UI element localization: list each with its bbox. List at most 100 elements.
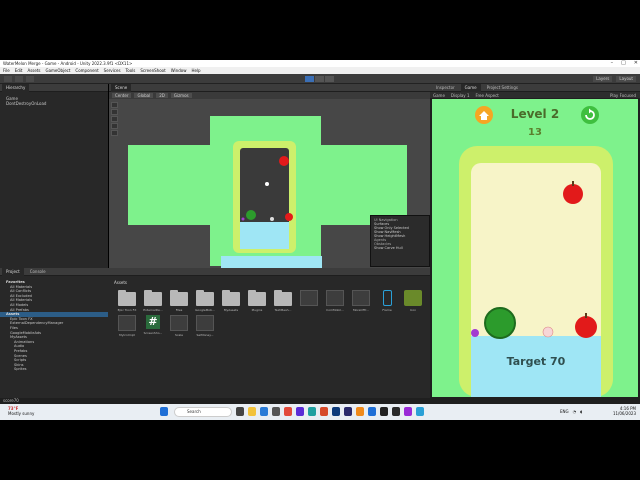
restart-button[interactable] bbox=[581, 106, 599, 124]
game-mode-dropdown[interactable]: Game bbox=[433, 93, 445, 98]
asset-item[interactable] bbox=[298, 290, 320, 312]
asset-label: GoogleMob... bbox=[195, 308, 215, 312]
asset-item[interactable]: MoreOfTr... bbox=[350, 290, 372, 312]
chrome-icon[interactable] bbox=[284, 407, 292, 416]
app-icon-8[interactable] bbox=[392, 407, 400, 416]
menu-file[interactable]: File bbox=[3, 68, 10, 73]
menu-help[interactable]: Help bbox=[191, 68, 200, 73]
collab-icon[interactable] bbox=[26, 76, 34, 82]
menu-edit[interactable]: Edit bbox=[15, 68, 23, 73]
frame-icon bbox=[382, 290, 392, 306]
account-icon[interactable] bbox=[4, 76, 12, 82]
menu-bar: File Edit Assets GameObject Component Service… bbox=[0, 67, 640, 74]
asset-label: Icon bbox=[409, 308, 417, 312]
app-icon-5[interactable] bbox=[344, 407, 352, 416]
weather-widget[interactable]: 73°F Mostly sunny bbox=[8, 406, 34, 416]
app-icon-6[interactable] bbox=[356, 407, 364, 416]
close-icon[interactable]: ✕ bbox=[634, 60, 638, 66]
asset-item[interactable]: Files bbox=[168, 290, 190, 312]
global-toggle[interactable]: Global bbox=[134, 93, 154, 98]
main-toolbar: Layers Layout bbox=[0, 74, 640, 84]
watermelon-icon bbox=[484, 307, 516, 339]
asset-item[interactable]: # ScreenSho... bbox=[142, 315, 164, 337]
pivot-center-toggle[interactable]: Center bbox=[112, 93, 132, 98]
asset-item[interactable]: Icon bbox=[402, 290, 424, 312]
asset-item[interactable]: MyIcnImpt bbox=[116, 315, 138, 337]
file-icon bbox=[326, 290, 344, 306]
clock[interactable]: 4:16 PM 11/06/2023 bbox=[613, 406, 636, 416]
taskview-icon[interactable] bbox=[236, 407, 244, 416]
asset-item[interactable]: ExternalDe... bbox=[142, 290, 164, 312]
asset-item[interactable]: Plugins bbox=[246, 290, 268, 312]
app-icon-7[interactable] bbox=[368, 407, 376, 416]
start-icon[interactable] bbox=[160, 407, 168, 416]
layers-dropdown[interactable]: Layers bbox=[593, 76, 613, 82]
aspect-dropdown[interactable]: Free Aspect bbox=[475, 93, 498, 98]
tab-console[interactable]: Console bbox=[26, 268, 50, 276]
play-focused-dropdown[interactable]: Play Focused bbox=[610, 93, 636, 98]
unity-icon[interactable] bbox=[380, 407, 388, 416]
game-view[interactable]: Level 2 13 Target 70 bbox=[432, 99, 638, 397]
tree-item[interactable]: Sprites bbox=[0, 367, 108, 372]
asset-item[interactable]: SelMoney... bbox=[194, 315, 216, 337]
asset-item[interactable]: TextMesh... bbox=[272, 290, 294, 312]
play-button[interactable] bbox=[305, 76, 314, 82]
asset-item[interactable]: GoogleMob... bbox=[194, 290, 216, 312]
step-button[interactable] bbox=[325, 76, 334, 82]
cloud-icon[interactable] bbox=[15, 76, 23, 82]
menu-tools[interactable]: Tools bbox=[126, 68, 136, 73]
file-icon bbox=[300, 290, 318, 306]
tab-inspector[interactable]: Inspector bbox=[432, 84, 459, 92]
apple-small-icon bbox=[575, 316, 597, 338]
lang-indicator[interactable]: ENG bbox=[560, 409, 569, 414]
asset-label: MoreOfTr... bbox=[352, 308, 370, 312]
asset-label: SelMoney... bbox=[196, 333, 214, 337]
asset-item[interactable]: Epic Toon FX bbox=[116, 290, 138, 312]
tab-hierarchy[interactable]: Hierarchy bbox=[2, 83, 30, 92]
maximize-icon[interactable]: □ bbox=[621, 60, 626, 66]
menu-component[interactable]: Component bbox=[75, 68, 98, 73]
file-icon bbox=[170, 315, 188, 331]
folder-icon bbox=[274, 290, 292, 306]
app-icon-10[interactable] bbox=[416, 407, 424, 416]
hierarchy-row-dontdestroy[interactable]: DontDestroyOnLoad bbox=[0, 101, 108, 106]
menu-show-carve-hull[interactable]: Show Carve Hull bbox=[374, 246, 426, 250]
file-icon bbox=[352, 290, 370, 306]
wifi-icon[interactable]: ◔ bbox=[573, 409, 577, 414]
system-tray: ENG ◔ ◖ bbox=[560, 409, 582, 414]
menu-services[interactable]: Services bbox=[104, 68, 121, 73]
tab-game[interactable]: Game bbox=[460, 83, 481, 92]
layout-dropdown[interactable]: Layout bbox=[616, 76, 636, 82]
tab-scene[interactable]: Scene bbox=[111, 83, 132, 92]
scene-water bbox=[240, 222, 289, 249]
edge-icon[interactable] bbox=[308, 407, 316, 416]
menu-assets[interactable]: Assets bbox=[27, 68, 40, 73]
volume-icon[interactable]: ◖ bbox=[580, 409, 582, 414]
tab-project[interactable]: Project bbox=[2, 267, 24, 276]
menu-screenshoot[interactable]: ScreenShoot bbox=[140, 68, 165, 73]
tab-project-settings[interactable]: Project Settings bbox=[483, 84, 522, 92]
app-icon-3[interactable] bbox=[320, 407, 328, 416]
pause-button[interactable] bbox=[315, 76, 324, 82]
asset-label: ScreenSho... bbox=[143, 331, 163, 335]
asset-item[interactable]: Scale bbox=[168, 315, 190, 337]
app-icon-4[interactable] bbox=[332, 407, 340, 416]
asset-item[interactable]: ComMobil... bbox=[324, 290, 346, 312]
minimize-icon[interactable]: – bbox=[611, 60, 614, 66]
asset-item[interactable]: MyAssets bbox=[220, 290, 242, 312]
app-icon-2[interactable] bbox=[296, 407, 304, 416]
scene-overlay-menu: UI Navigation Surfaces Show Only Selecte… bbox=[370, 215, 430, 267]
folder-icon bbox=[248, 290, 266, 306]
asset-label: Files bbox=[175, 308, 183, 312]
store-icon[interactable] bbox=[260, 407, 268, 416]
explorer-icon[interactable] bbox=[248, 407, 256, 416]
2d-toggle[interactable]: 2D bbox=[156, 93, 168, 98]
taskbar-search[interactable]: Search bbox=[174, 407, 232, 417]
menu-window[interactable]: Window bbox=[171, 68, 187, 73]
asset-item[interactable]: Frame bbox=[376, 290, 398, 312]
gizmos-toggle[interactable]: Gizmos bbox=[170, 93, 192, 98]
display-dropdown[interactable]: Display 1 bbox=[451, 93, 470, 98]
app-icon-9[interactable] bbox=[404, 407, 412, 416]
menu-gameobject[interactable]: GameObject bbox=[45, 68, 70, 73]
app-icon-1[interactable] bbox=[272, 407, 280, 416]
